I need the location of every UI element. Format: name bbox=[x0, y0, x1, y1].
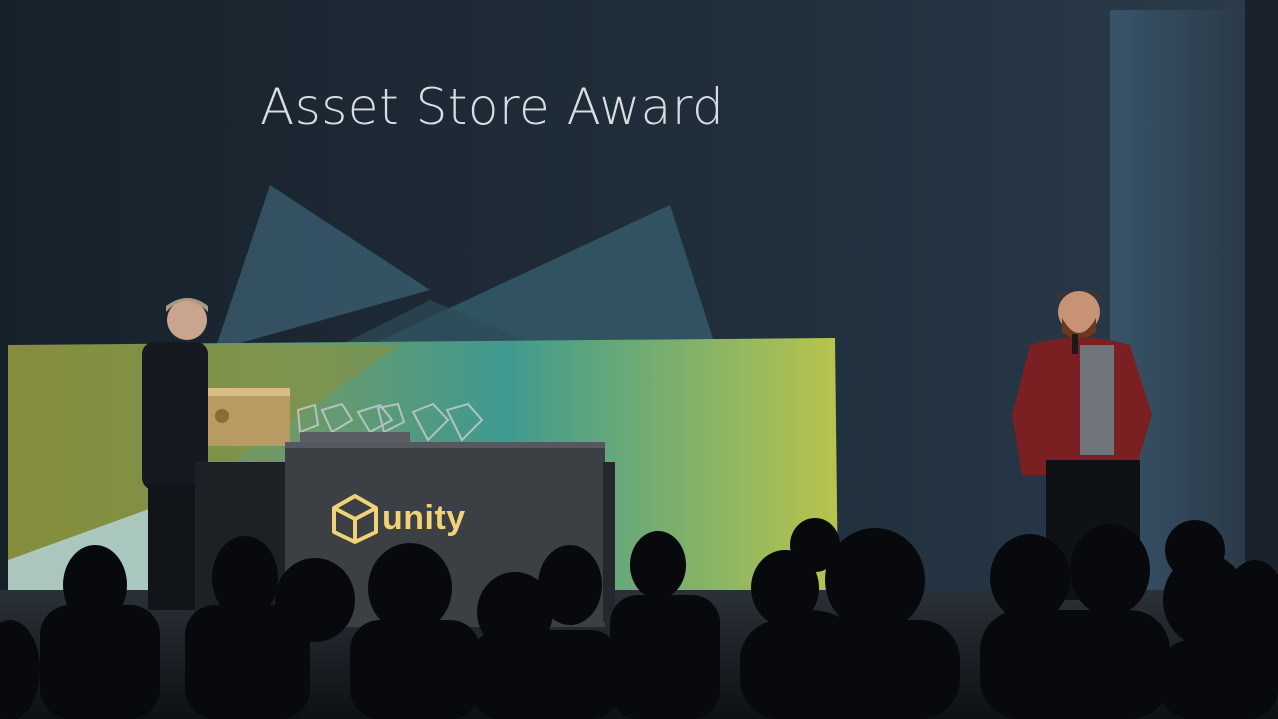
stage-scene: Asset Store Award unity bbox=[0, 0, 1278, 719]
unity-logo-icon bbox=[332, 494, 378, 544]
slide-title: Asset Store Award bbox=[260, 78, 725, 136]
podium-brand-text: unity bbox=[382, 499, 466, 537]
